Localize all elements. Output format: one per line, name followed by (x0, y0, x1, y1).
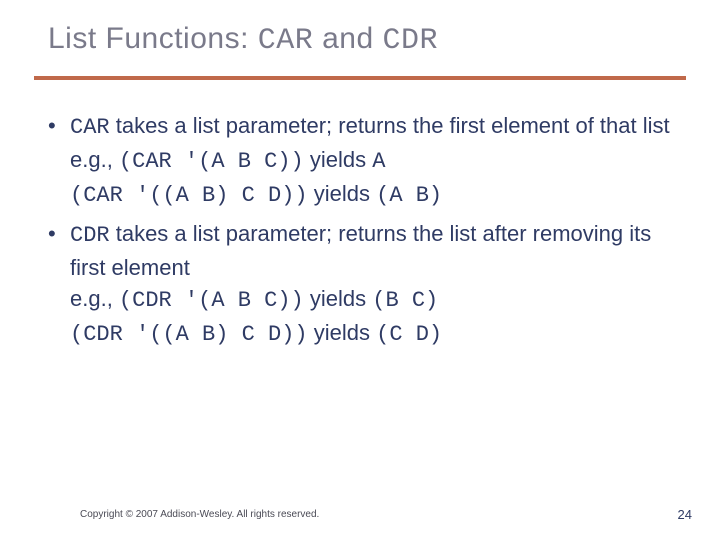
ex-mid: yields (308, 181, 376, 206)
bullet-cdr-text: takes a list parameter; returns the list… (70, 221, 651, 280)
bullet-cdr-code: CDR (70, 223, 110, 248)
car-example-2: (CAR '((A B) C D)) yields (A B) (70, 178, 678, 212)
page-number: 24 (678, 507, 692, 522)
title-mid: and (313, 22, 382, 55)
ex-mid: yields (304, 147, 372, 172)
cdr-example-1: e.g., (CDR '(A B C)) yields (B C) (70, 283, 678, 317)
ex-result: (B C) (372, 288, 438, 313)
ex-result: A (372, 149, 385, 174)
bullet-cdr: CDR takes a list parameter; returns the … (48, 218, 678, 352)
bullet-car-text: takes a list parameter; returns the firs… (110, 113, 670, 138)
car-example-1: e.g., (CAR '(A B C)) yields A (70, 144, 678, 178)
ex-code: (CAR '((A B) C D)) (70, 183, 308, 208)
ex-prefix: e.g., (70, 147, 119, 172)
ex-code: (CDR '((A B) C D)) (70, 322, 308, 347)
copyright-footer: Copyright © 2007 Addison-Wesley. All rig… (80, 509, 319, 520)
title-code-cdr: CDR (383, 24, 439, 58)
ex-prefix: e.g., (70, 286, 119, 311)
bullet-car-code: CAR (70, 115, 110, 140)
ex-mid: yields (304, 286, 372, 311)
ex-code: (CDR '(A B C)) (119, 288, 304, 313)
bullet-car: CAR takes a list parameter; returns the … (48, 110, 678, 212)
title-underline (34, 76, 686, 80)
bullet-list: CAR takes a list parameter; returns the … (48, 110, 678, 351)
ex-code: (CAR '(A B C)) (119, 149, 304, 174)
title-code-car: CAR (258, 24, 314, 58)
cdr-example-2: (CDR '((A B) C D)) yields (C D) (70, 317, 678, 351)
title-pre: List Functions: (48, 22, 258, 55)
ex-result: (A B) (376, 183, 442, 208)
ex-result: (C D) (376, 322, 442, 347)
slide: List Functions: CAR and CDR CAR takes a … (0, 0, 720, 540)
slide-title: List Functions: CAR and CDR (48, 22, 438, 58)
slide-body: CAR takes a list parameter; returns the … (48, 110, 678, 357)
ex-mid: yields (308, 320, 376, 345)
